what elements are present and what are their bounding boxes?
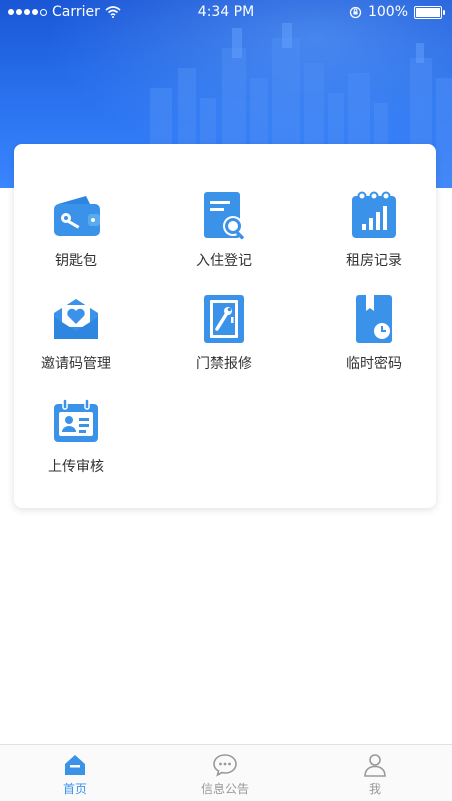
menu-item-door-repair[interactable]: 门禁报修 — [154, 291, 294, 373]
menu-item-label: 入住登记 — [196, 253, 252, 269]
menu-item-label: 门禁报修 — [196, 356, 252, 372]
menu-item-rental-records[interactable]: 租房记录 — [304, 188, 444, 270]
tab-label: 我 — [368, 782, 381, 796]
tab-me[interactable]: 我 — [300, 745, 450, 801]
user-icon — [364, 754, 386, 777]
menu-item-label: 钥匙包 — [55, 253, 97, 269]
book-clock-icon — [356, 295, 392, 343]
menu-item-check-in[interactable]: 入住登记 — [154, 188, 294, 270]
status-right: 100% — [349, 4, 445, 20]
menu-item-temp-password[interactable]: 临时密码 — [304, 291, 444, 373]
menu-item-label: 临时密码 — [346, 356, 402, 372]
menu-item-label: 租房记录 — [346, 253, 402, 269]
battery-icon — [414, 5, 445, 19]
tab-announcements[interactable]: 信息公告 — [150, 745, 300, 801]
menu-item-label: 上传审核 — [48, 459, 104, 475]
battery-percent: 100% — [367, 4, 408, 20]
menu-item-invite-code[interactable]: 邀请码管理 — [6, 291, 146, 373]
menu-item-upload-review[interactable]: 上传审核 — [6, 394, 146, 476]
tab-label: 首页 — [62, 782, 87, 796]
status-bar: Carrier 4:34 PM 100% — [0, 0, 452, 26]
envelope-heart-icon — [54, 299, 98, 339]
chat-bubble-icon — [213, 754, 237, 777]
tab-home[interactable]: 首页 — [0, 745, 150, 801]
calendar-chart-icon — [352, 191, 396, 238]
home-icon — [65, 755, 85, 775]
bottom-tab-bar: 首页 信息公告 我 — [0, 744, 452, 801]
wallet-key-icon — [54, 196, 100, 236]
door-wrench-icon — [204, 295, 244, 343]
orientation-lock-icon — [349, 6, 362, 18]
id-card-icon — [54, 398, 98, 442]
feature-menu-card: 钥匙包 入住登记 租房记录 邀请码管理 门禁报修 临时密码 上传审核 — [14, 144, 436, 508]
menu-item-key-wallet[interactable]: 钥匙包 — [6, 188, 146, 270]
menu-item-label: 邀请码管理 — [41, 356, 111, 372]
tab-label: 信息公告 — [200, 782, 249, 796]
document-search-icon — [204, 192, 244, 240]
